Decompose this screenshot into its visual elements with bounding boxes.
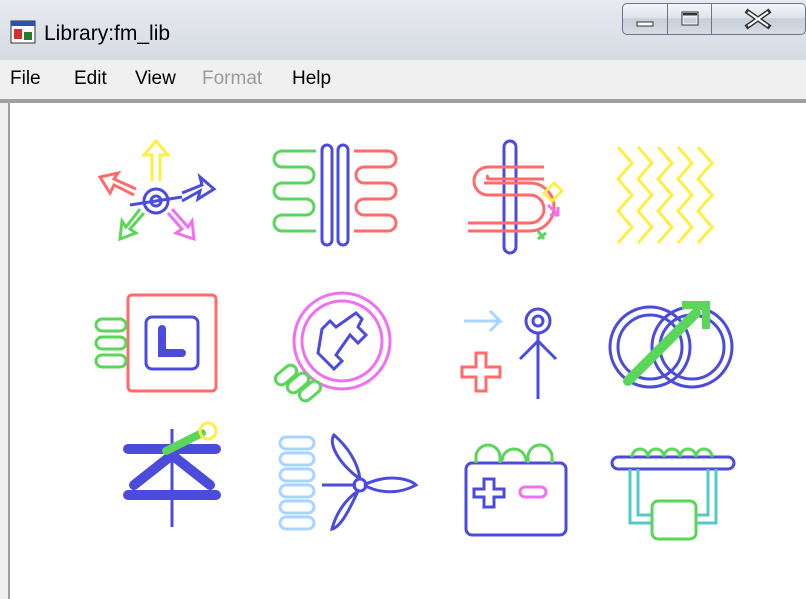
window-title: Library:fm_lib [44, 22, 171, 45]
minimize-button[interactable] [622, 3, 668, 35]
maximize-button[interactable] [668, 3, 712, 35]
arrows-motion-block-icon[interactable] [90, 133, 220, 263]
minimize-icon [636, 21, 654, 27]
person-arrows-block-icon[interactable] [460, 289, 570, 405]
close-button[interactable] [712, 3, 806, 35]
menu-format[interactable]: Format [202, 68, 262, 90]
waves-block-icon[interactable] [610, 143, 720, 253]
title-bar[interactable]: Library:fm_lib [0, 0, 806, 60]
coil-propeller-block-icon[interactable] [278, 432, 419, 533]
menu-bar: File Edit View Format Help [0, 60, 806, 100]
app-icon [10, 20, 36, 44]
springs-block-icon[interactable] [272, 143, 402, 253]
menu-view[interactable]: View [135, 68, 176, 90]
square-l-block-icon[interactable] [92, 291, 222, 397]
s-path-block-icon[interactable] [460, 139, 580, 257]
menu-edit[interactable]: Edit [74, 68, 107, 90]
coil-box-block-icon[interactable] [608, 439, 738, 543]
battery-block-icon[interactable] [462, 439, 572, 539]
rings-arrow-block-icon[interactable] [606, 289, 736, 395]
circle-bone-block-icon[interactable] [272, 289, 402, 407]
window-controls [622, 3, 806, 37]
maximize-icon [681, 11, 699, 26]
menu-help[interactable]: Help [292, 68, 331, 90]
close-icon [744, 8, 772, 30]
menu-file[interactable]: File [10, 68, 41, 90]
library-canvas [8, 103, 806, 599]
tree-figure-block-icon[interactable] [122, 421, 232, 531]
